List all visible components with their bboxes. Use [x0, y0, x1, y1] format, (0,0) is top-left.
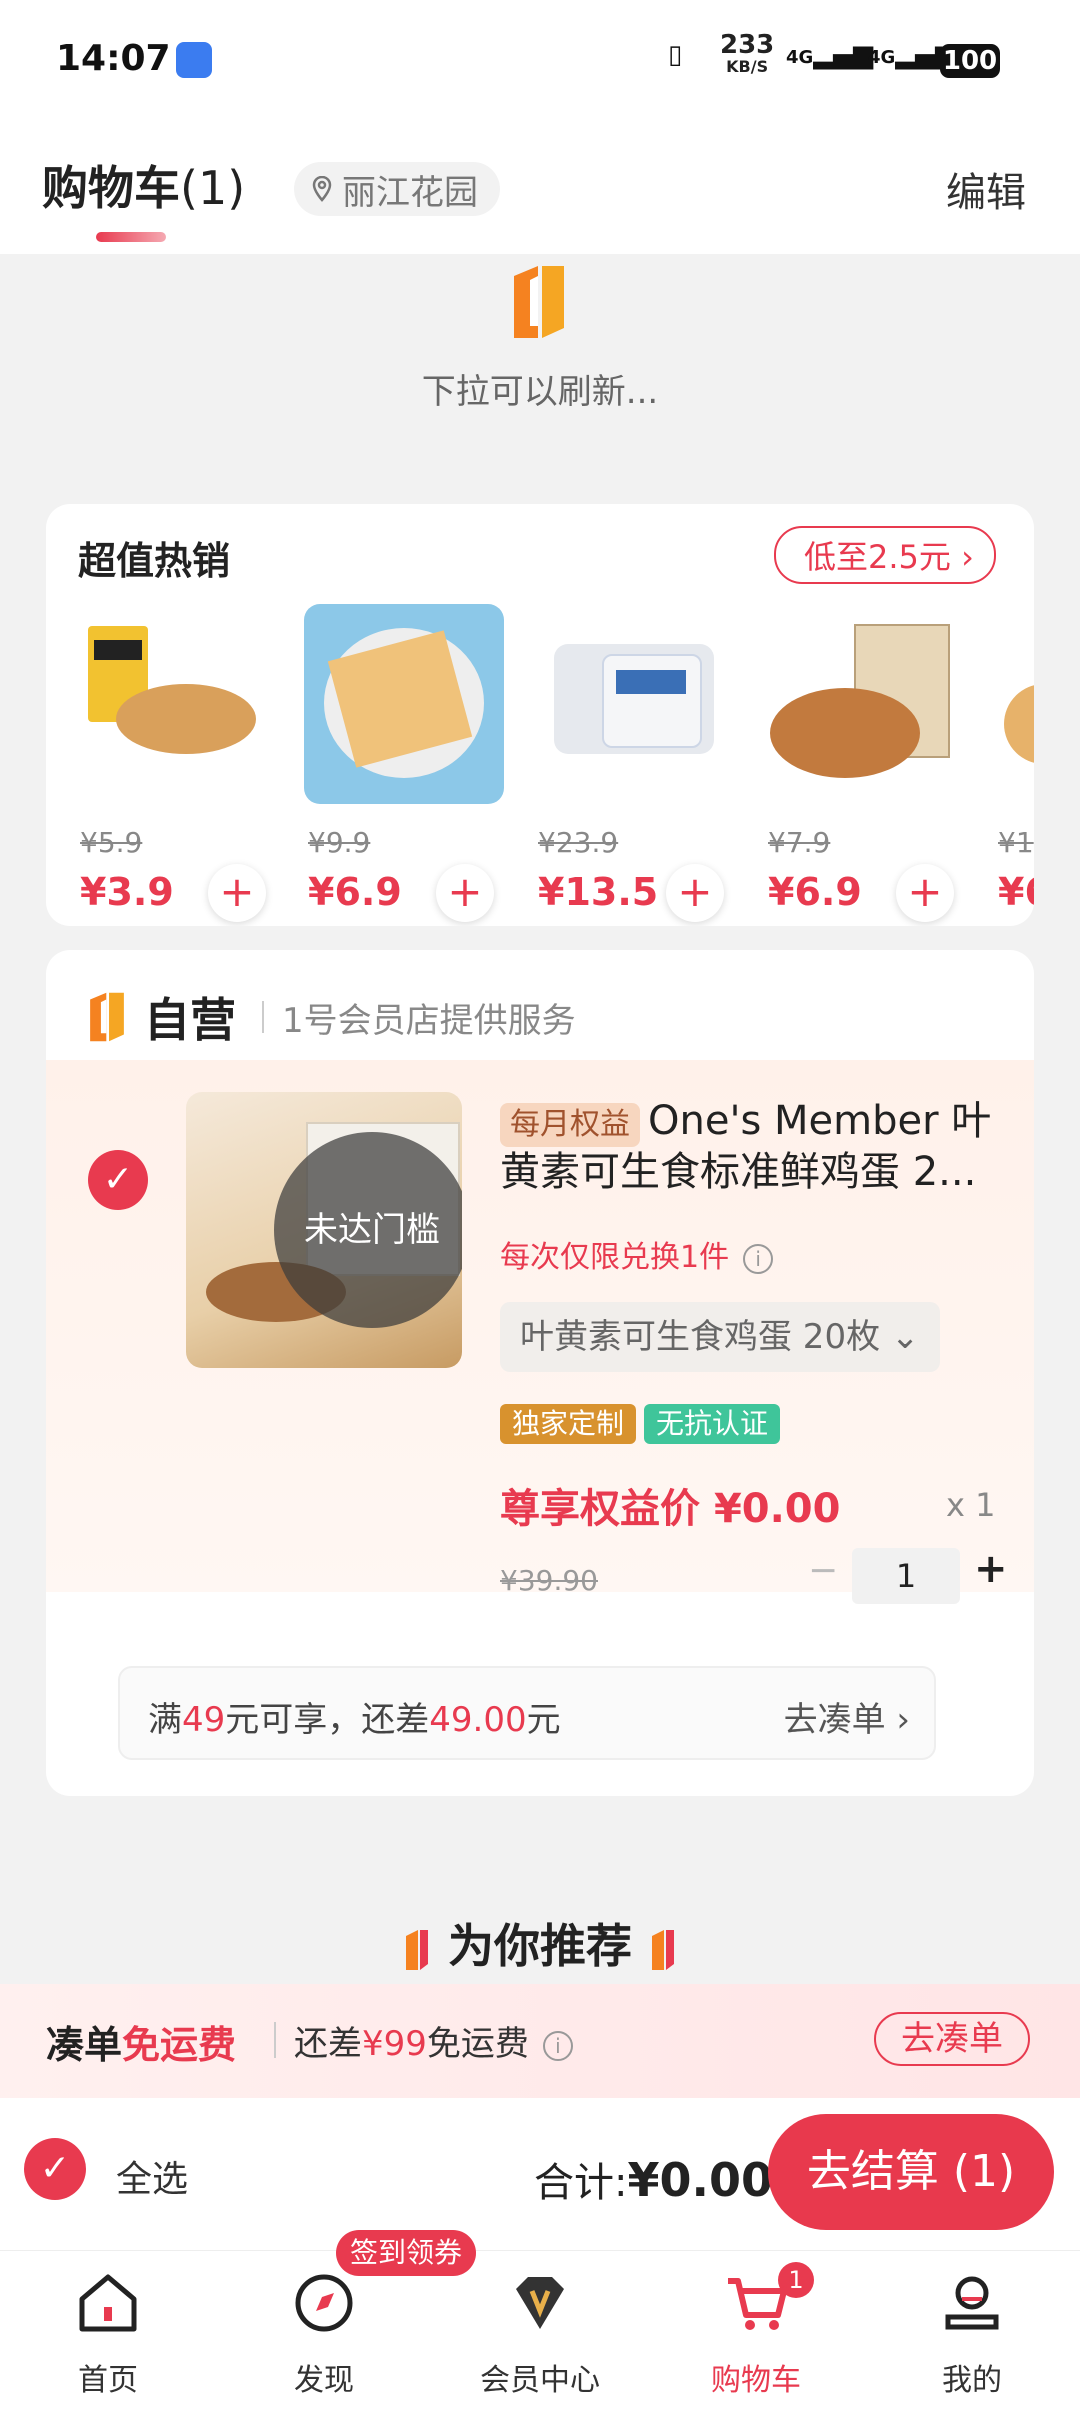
low-price-link[interactable]: 低至2.5元 › — [774, 526, 996, 584]
tab-bar: 首页 发现 会员中心 购物车 我的 — [0, 2250, 1080, 2415]
status-bar: 14:07 ▯ 233 KB/S 4G▂▄▆ 4G▂▄▆ 100 — [0, 0, 1080, 130]
info-icon[interactable]: i — [743, 1243, 774, 1274]
net-speed: 233 KB/S — [720, 30, 775, 76]
product-image — [764, 604, 964, 804]
total-price: 合计:¥0.00 — [534, 2153, 773, 2207]
product-price: ¥6.9 — [308, 870, 402, 914]
quantity-input[interactable]: 1 — [852, 1548, 960, 1604]
cart-count-badge: 1 — [778, 2262, 814, 2298]
store-logo-icon — [514, 266, 564, 338]
add-to-cart-button[interactable]: + — [896, 864, 954, 922]
item-old-price: ¥39.90 — [500, 1564, 598, 1597]
shipping-subtitle: 还差¥99免运费 i — [294, 2016, 573, 2065]
hot-product[interactable]: ¥5.9 ¥3.9 + — [76, 604, 286, 926]
recommend-title: 为你推荐 — [0, 1910, 1080, 1976]
flag-icon — [406, 1929, 428, 1970]
profile-icon — [945, 2276, 999, 2330]
add-more-link[interactable]: 去凑单 › — [784, 1692, 910, 1741]
qty-times: x 1 — [946, 1486, 996, 1524]
store-subtitle: 1号会员店提供服务 — [282, 1000, 576, 1041]
product-old-price: ¥23.9 — [538, 826, 619, 859]
app-notification-icon — [176, 42, 212, 78]
product-old-price: ¥5.9 — [80, 826, 143, 859]
status-time: 14:07 — [56, 38, 171, 79]
product-image — [994, 604, 1034, 804]
location-pin-icon — [312, 176, 332, 202]
add-to-cart-button[interactable]: + — [208, 864, 266, 922]
item-image[interactable]: 未达门槛 — [186, 1092, 462, 1368]
product-image — [534, 604, 734, 804]
product-image — [76, 604, 276, 804]
product-image — [304, 604, 504, 804]
select-all-checkbox[interactable]: ✓ — [24, 2138, 86, 2200]
item-tags: 独家定制 无抗认证 — [500, 1404, 781, 1444]
signal-icon: 4G▂▄▆ — [786, 40, 874, 70]
vibrate-icon: ▯ — [668, 40, 683, 70]
item-price: 尊享权益价 ¥0.00 — [500, 1486, 841, 1532]
hot-product[interactable]: ¥9.9 ¥6.9 + — [304, 604, 514, 926]
add-items-button[interactable]: 去凑单 — [874, 2012, 1030, 2066]
select-all-label[interactable]: 全选 — [116, 2150, 188, 2202]
divider — [262, 1001, 264, 1033]
hot-sales-title: 超值热销 — [78, 539, 231, 583]
threshold-overlay: 未达门槛 — [274, 1132, 462, 1328]
free-shipping-bar: 凑单免运费 还差¥99免运费 i 去凑单 — [0, 1984, 1080, 2098]
store-header: 自营 1号会员店提供服务 — [86, 984, 576, 1050]
edit-button[interactable]: 编辑 — [946, 160, 1026, 218]
store-logo-icon — [90, 992, 124, 1042]
hot-sales-card: 超值热销 低至2.5元 › ¥5.9 ¥3.9 + ¥9.9 ¥6.9 + ¥2… — [46, 504, 1034, 926]
product-old-price: ¥7.9 — [768, 826, 831, 859]
product-old-price: ¥1 — [998, 826, 1034, 859]
hot-product[interactable]: ¥23.9 ¥13.5 + — [534, 604, 744, 926]
decrease-button[interactable]: − — [808, 1550, 838, 1591]
tab-home[interactable]: 首页 — [0, 2251, 216, 2415]
product-price: ¥6.9 — [768, 870, 862, 914]
hot-product[interactable]: ¥1 ¥6 — [994, 604, 1034, 926]
tab-cart[interactable]: 购物车 — [648, 2251, 864, 2415]
monthly-benefit-tag: 每月权益 — [500, 1103, 640, 1147]
item-title[interactable]: 每月权益 One's Member 叶黄素可生食标准鲜鸡蛋 2... — [500, 1096, 1020, 1196]
discover-icon — [295, 2274, 353, 2332]
product-price: ¥13.5 — [538, 870, 659, 914]
divider — [274, 2022, 276, 2058]
cart-item: ✓ 未达门槛 每月权益 One's Member 叶黄素可生食标准鲜鸡蛋 2...… — [46, 1060, 1034, 1604]
product-old-price: ¥9.9 — [308, 826, 371, 859]
add-to-cart-button[interactable]: + — [666, 864, 724, 922]
battery-icon: 100 — [940, 44, 1000, 78]
vip-icon — [516, 2277, 564, 2329]
spec-selector[interactable]: 叶黄素可生食鸡蛋 20枚 ⌄ — [500, 1302, 940, 1372]
location-selector[interactable]: 丽江花园 — [294, 162, 500, 216]
title-underline — [96, 232, 166, 242]
add-to-cart-button[interactable]: + — [436, 864, 494, 922]
self-store-card: 自营 1号会员店提供服务 ✓ 未达门槛 每月权益 One's Member 叶黄素… — [46, 950, 1034, 1796]
increase-button[interactable]: + — [974, 1546, 1008, 1592]
info-icon[interactable]: i — [542, 2030, 573, 2061]
home-icon — [79, 2274, 137, 2332]
refresh-hint: 下拉可以刷新... — [421, 372, 659, 412]
flag-icon — [652, 1929, 674, 1970]
checkin-coupon-badge[interactable]: 签到领券 — [336, 2230, 477, 2276]
product-price: ¥3.9 — [80, 870, 174, 914]
checkout-button[interactable]: 去结算 (1) — [768, 2114, 1054, 2230]
hot-product[interactable]: ¥7.9 ¥6.9 + — [764, 604, 974, 926]
location-text: 丽江花园 — [342, 172, 478, 213]
threshold-text: 满49元可享，还差49.00元 — [148, 1700, 561, 1740]
tab-vip[interactable]: 会员中心 — [432, 2251, 648, 2415]
threshold-bar[interactable]: 满49元可享，还差49.00元 去凑单 › — [118, 1666, 936, 1760]
shipping-title: 凑单免运费 — [46, 2023, 237, 2067]
tab-profile[interactable]: 我的 — [864, 2251, 1080, 2415]
certified-tag: 无抗认证 — [644, 1404, 781, 1444]
item-checkbox[interactable]: ✓ — [88, 1150, 148, 1210]
exclusive-tag: 独家定制 — [500, 1404, 637, 1444]
page-title: 购物车(1) — [42, 161, 246, 215]
exchange-limit: 每次仅限兑换1件 i — [500, 1232, 774, 1276]
checkout-bar: ✓ 全选 合计:¥0.00 去结算 (1) — [0, 2098, 1080, 2250]
store-name: 自营 — [144, 993, 236, 1047]
product-price: ¥6 — [998, 870, 1034, 914]
